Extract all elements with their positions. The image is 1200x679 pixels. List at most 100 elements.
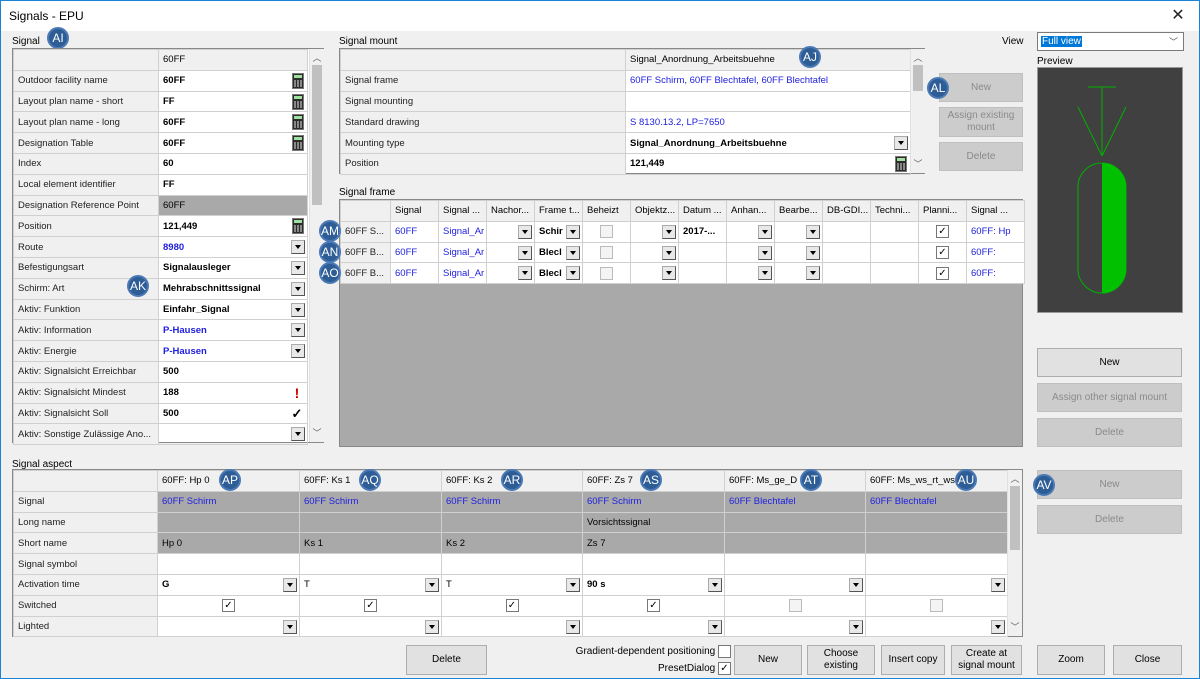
aspect-new-button[interactable]: New xyxy=(1037,470,1182,499)
property-value[interactable]: 60FF xyxy=(158,194,308,217)
column-header[interactable]: Signal xyxy=(390,200,439,222)
dropdown-arrow-icon[interactable] xyxy=(291,427,305,442)
frame-db-gdi-cell[interactable] xyxy=(822,220,871,243)
aspect-lighted-cell[interactable] xyxy=(724,615,866,638)
planning-checkbox[interactable]: ✓ xyxy=(936,245,949,259)
planning-checkbox[interactable]: ✓ xyxy=(936,225,949,239)
column-header[interactable]: Anhan... xyxy=(726,200,775,222)
aspect-signal-cell[interactable]: 60FF Schirm xyxy=(299,490,442,513)
dropdown-arrow-icon[interactable] xyxy=(566,266,580,281)
property-value[interactable]: 121,449 xyxy=(158,215,308,238)
dropdown-arrow-icon[interactable] xyxy=(291,240,305,255)
property-value[interactable]: 8980 xyxy=(158,236,308,258)
frame-nachor-cell[interactable] xyxy=(486,220,535,243)
property-value[interactable]: Einfahr_Signal xyxy=(158,298,308,321)
aspect-column-header[interactable]: 60FF: Ms_ge_D xyxy=(724,470,866,492)
dropdown-arrow-icon[interactable] xyxy=(283,619,297,634)
aspect-lighted-cell[interactable] xyxy=(157,615,300,638)
property-value[interactable] xyxy=(158,423,308,446)
frame-signal-cell[interactable]: 60FF xyxy=(390,220,439,243)
aspect-activation-cell[interactable] xyxy=(724,573,866,596)
dropdown-arrow-icon[interactable] xyxy=(758,266,772,281)
dropdown-arrow-icon[interactable] xyxy=(425,619,439,634)
dropdown-arrow-icon[interactable] xyxy=(894,136,908,151)
property-value[interactable]: Signal_Anordnung_Arbeitsbuehne xyxy=(625,132,911,154)
gradient-positioning-checkbox[interactable] xyxy=(718,645,731,658)
aspect-delete-button[interactable]: Delete xyxy=(1037,505,1182,534)
property-value[interactable]: FF xyxy=(158,90,308,113)
scroll-down-icon[interactable]: ﹀ xyxy=(1008,620,1022,634)
frame-nachor-cell[interactable] xyxy=(486,241,535,264)
property-value[interactable]: Mehrabschnittssignal xyxy=(158,277,308,300)
aspect-signal-cell[interactable]: 60FF Schirm xyxy=(157,490,300,513)
dropdown-arrow-icon[interactable] xyxy=(708,577,722,592)
dropdown-arrow-icon[interactable] xyxy=(518,245,532,260)
frame-anhan-cell[interactable] xyxy=(726,220,775,243)
frame-type-cell[interactable]: Blecl xyxy=(534,262,583,285)
frame-db-gdi-cell[interactable] xyxy=(822,262,871,285)
column-header[interactable] xyxy=(340,200,391,222)
column-header[interactable]: Datum ... xyxy=(678,200,727,222)
aspect-symbol-cell[interactable] xyxy=(299,553,442,575)
frame-row[interactable]: 60FF S... 60FF Signal_Ar Schir 2017-... ✓ 60FF… xyxy=(340,220,1025,243)
dropdown-arrow-icon[interactable] xyxy=(566,224,580,239)
dropdown-arrow-icon[interactable] xyxy=(425,577,439,592)
zoom-button[interactable]: Zoom xyxy=(1037,645,1105,675)
planning-checkbox[interactable]: ✓ xyxy=(936,266,949,280)
beheizt-checkbox[interactable] xyxy=(600,245,613,259)
delete-button[interactable]: Delete xyxy=(406,645,487,675)
column-header[interactable]: Signal ... xyxy=(438,200,487,222)
aspect-symbol-cell[interactable] xyxy=(724,553,866,575)
frame-row-header[interactable]: 60FF B... xyxy=(340,241,391,264)
dropdown-arrow-icon[interactable] xyxy=(566,577,580,592)
property-value[interactable]: 188! xyxy=(158,381,308,404)
frame-techni-cell[interactable] xyxy=(870,262,919,285)
property-value[interactable]: P-Hausen xyxy=(158,340,308,362)
property-value[interactable]: 500 ✓ xyxy=(158,402,308,425)
frame-datum-cell[interactable] xyxy=(678,262,727,285)
mount-new-button[interactable]: New xyxy=(939,73,1023,102)
scroll-thumb[interactable] xyxy=(913,65,923,91)
aspect-signal-cell[interactable]: 60FF Schirm xyxy=(441,490,583,513)
insert-copy-button[interactable]: Insert copy xyxy=(881,645,945,675)
switched-checkbox[interactable]: ✓ xyxy=(364,599,377,613)
frame-anhan-cell[interactable] xyxy=(726,241,775,264)
property-value[interactable]: 121,449 xyxy=(625,152,911,175)
column-header[interactable]: DB-GDI... xyxy=(822,200,871,222)
scroll-thumb[interactable] xyxy=(1010,486,1020,550)
assign-other-signal-mount-button[interactable]: Assign other signal mount xyxy=(1037,383,1182,412)
calculator-icon[interactable] xyxy=(292,135,304,152)
close-button[interactable]: Close xyxy=(1113,645,1182,675)
calculator-icon[interactable] xyxy=(292,114,304,131)
property-value[interactable]: Signalausleger xyxy=(158,256,308,279)
column-header[interactable]: Objektz... xyxy=(630,200,679,222)
preset-dialog-checkbox[interactable]: ✓ xyxy=(718,662,731,675)
dropdown-arrow-icon[interactable] xyxy=(662,266,676,281)
aspect-symbol-cell[interactable] xyxy=(441,553,583,575)
calculator-icon[interactable] xyxy=(292,93,304,110)
aspect-signal-cell[interactable]: 60FF Schirm xyxy=(582,490,725,513)
frame-signal-aspect-cell[interactable]: 60FF: Hp xyxy=(966,220,1025,243)
frame-signal-mount-cell[interactable]: Signal_Ar xyxy=(438,220,487,243)
property-value[interactable]: 60FF xyxy=(158,69,308,92)
frame-datum-cell[interactable] xyxy=(678,241,727,264)
property-value[interactable]: FF xyxy=(158,173,308,196)
dropdown-arrow-icon[interactable] xyxy=(708,619,722,634)
scroll-thumb[interactable] xyxy=(312,65,322,205)
property-value[interactable] xyxy=(625,90,911,113)
aspect-signal-cell[interactable]: 60FF Blechtafel xyxy=(865,490,1008,513)
frame-datum-cell[interactable]: 2017-... xyxy=(678,220,727,243)
dropdown-arrow-icon[interactable] xyxy=(518,224,532,239)
column-header[interactable]: Nachor... xyxy=(486,200,535,222)
dropdown-arrow-icon[interactable] xyxy=(291,344,305,359)
new-button[interactable]: New xyxy=(734,645,802,675)
aspect-symbol-cell[interactable] xyxy=(157,553,300,575)
beheizt-checkbox[interactable] xyxy=(600,225,613,239)
dropdown-arrow-icon[interactable] xyxy=(662,224,676,239)
property-value[interactable]: S 8130.13.2, LP=7650 xyxy=(625,111,911,134)
aspect-lighted-cell[interactable] xyxy=(441,615,583,638)
frame-new-button[interactable]: New xyxy=(1037,348,1182,377)
aspect-activation-cell[interactable] xyxy=(865,573,1008,596)
aspect-symbol-cell[interactable] xyxy=(582,553,725,575)
switched-checkbox[interactable] xyxy=(930,599,943,613)
